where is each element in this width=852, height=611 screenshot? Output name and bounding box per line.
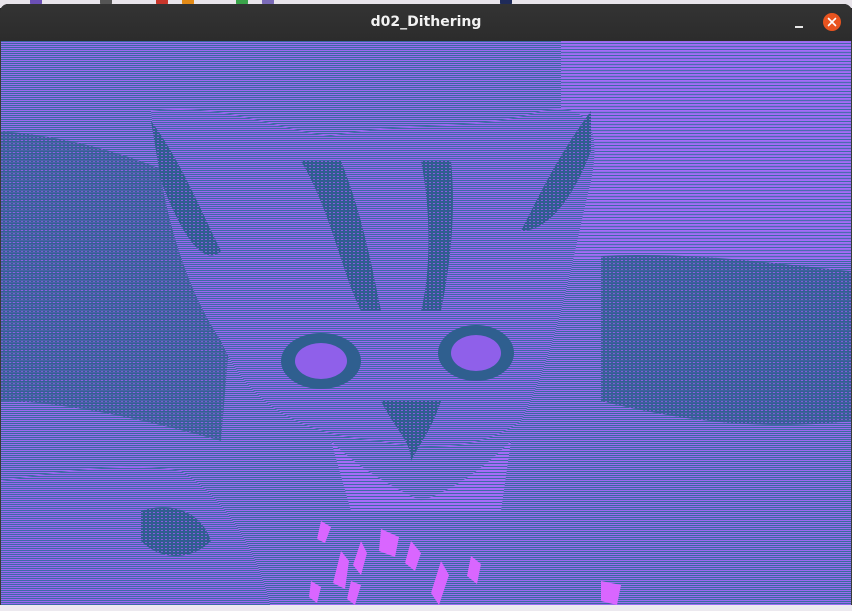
minimize-button[interactable] bbox=[788, 12, 810, 34]
close-icon bbox=[827, 17, 837, 27]
minimize-icon bbox=[795, 26, 803, 28]
dithered-image-canvas bbox=[0, 41, 852, 609]
window-titlebar[interactable]: d02_Dithering bbox=[0, 4, 852, 42]
window-title: d02_Dithering bbox=[370, 14, 482, 30]
app-window: d02_Dithering bbox=[0, 4, 852, 611]
close-button[interactable] bbox=[823, 13, 841, 31]
kitten-dither-image bbox=[1, 41, 851, 609]
desktop-bottom-edge bbox=[0, 605, 852, 611]
